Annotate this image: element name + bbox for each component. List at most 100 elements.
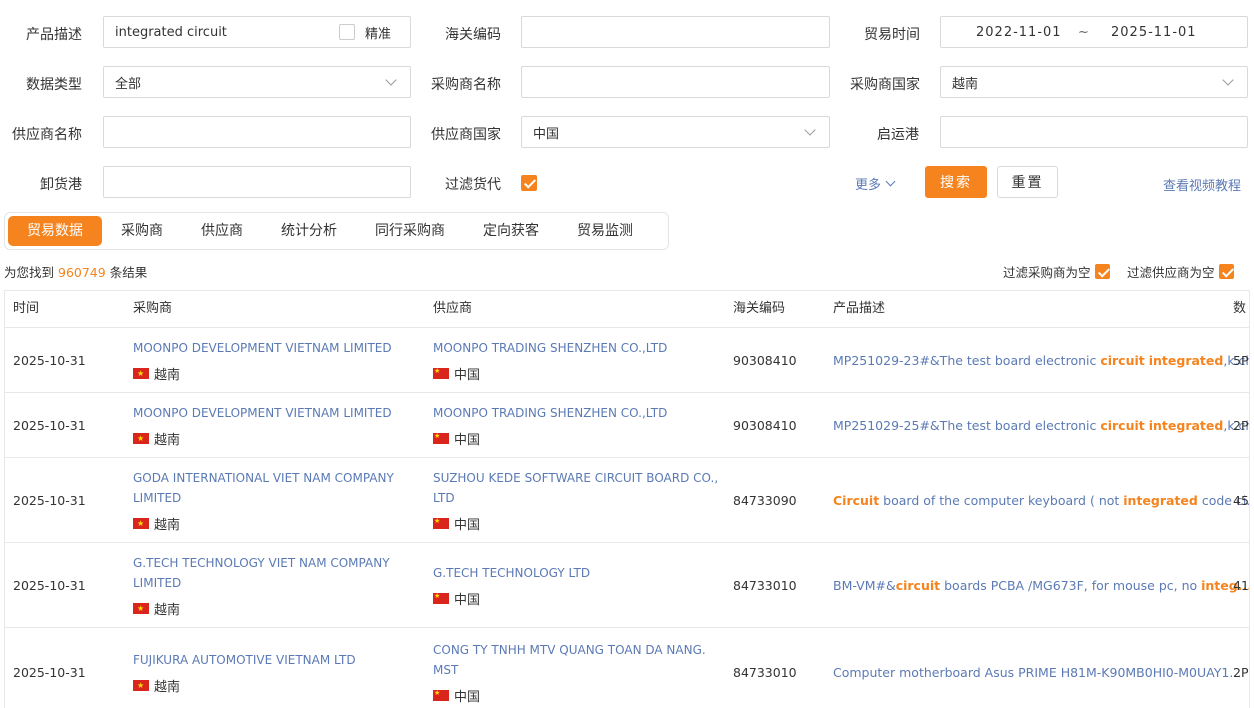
row-product-desc[interactable]: MP251029-23#&The test board electronic c… bbox=[833, 352, 1249, 368]
supplier-name[interactable]: MST bbox=[433, 660, 706, 680]
supplier-name[interactable]: CONG TY TNHH MTV QUANG TOAN DA NANG. bbox=[433, 640, 706, 660]
tab-targeted-leads[interactable]: 定向获客 bbox=[464, 216, 558, 246]
product-desc-value: integrated circuit bbox=[115, 24, 227, 40]
results-prefix: 为您找到 bbox=[4, 265, 55, 280]
table-row[interactable]: 2025-10-31 MOONPO DEVELOPMENT VIETNAM LIM… bbox=[5, 392, 1249, 457]
more-toggle[interactable]: 更多 bbox=[855, 174, 896, 193]
data-type-select[interactable]: 全部 bbox=[103, 66, 411, 98]
hs-code-input[interactable] bbox=[521, 16, 830, 48]
buyer-name[interactable]: FUJIKURA AUTOMOTIVE VIETNAM LTD bbox=[133, 650, 356, 670]
keyword-highlight: integrated bbox=[1148, 417, 1224, 433]
vietnam-flag-icon bbox=[133, 680, 149, 691]
exact-match-checkbox[interactable] bbox=[338, 24, 355, 40]
trade-time-range[interactable]: 2022-11-01 ~ 2025-11-01 bbox=[940, 16, 1248, 48]
buyer-country-label: 越南 bbox=[154, 602, 181, 618]
search-button[interactable]: 搜索 bbox=[925, 166, 987, 198]
product-desc-input[interactable]: integrated circuit 精准 bbox=[103, 16, 411, 48]
filter-buyer-empty[interactable]: 过滤采购商为空 bbox=[1003, 262, 1110, 281]
buyer-country-label: 采购商国家 bbox=[850, 77, 920, 93]
table-row[interactable]: 2025-10-31 FUJIKURA AUTOMOTIVE VIETNAM LT… bbox=[5, 627, 1249, 708]
supplier-country-label: 中国 bbox=[454, 367, 481, 383]
buyer-country: 越南 bbox=[133, 676, 356, 695]
supplier-country: 中国 bbox=[433, 429, 667, 448]
trade-data-table: 时间 采购商 供应商 海关编码 产品描述 数 2025-10-31 MOONPO … bbox=[4, 290, 1250, 708]
supplier-country: 中国 bbox=[433, 686, 706, 705]
supplier-name-input[interactable] bbox=[103, 116, 411, 148]
buyer-cell: MOONPO DEVELOPMENT VIETNAM LIMITED 越南 bbox=[133, 338, 392, 383]
filter-forwarder-checkbox[interactable] bbox=[521, 175, 537, 191]
tab-buyers[interactable]: 采购商 bbox=[102, 216, 182, 246]
supplier-country-select[interactable]: 中国 bbox=[521, 116, 830, 148]
supplier-cell: MOONPO TRADING SHENZHEN CO.,LTD 中国 bbox=[433, 338, 667, 383]
desc-text: MP251029-23#&The test board electronic bbox=[833, 352, 1101, 368]
buyer-cell: GODA INTERNATIONAL VIET NAM COMPANY LIMIT… bbox=[133, 468, 394, 533]
filter-supplier-empty-checkbox[interactable] bbox=[1218, 264, 1234, 279]
buyer-name[interactable]: LIMITED bbox=[133, 573, 390, 593]
header-product-desc[interactable]: 产品描述 bbox=[833, 291, 885, 327]
header-quantity[interactable]: 数 bbox=[1233, 291, 1246, 327]
china-flag-icon bbox=[433, 431, 449, 444]
buyer-country-value: 越南 bbox=[952, 76, 979, 92]
results-suffix: 条结果 bbox=[109, 265, 148, 280]
supplier-name[interactable]: LTD bbox=[433, 488, 718, 508]
tab-trade-data[interactable]: 贸易数据 bbox=[8, 216, 102, 246]
row-product-desc[interactable]: BM-VM#&circuit boards PCBA /MG673F, for … bbox=[833, 577, 1249, 593]
header-date[interactable]: 时间 bbox=[13, 291, 39, 327]
vietnam-flag-icon bbox=[133, 602, 149, 614]
row-product-desc[interactable]: Computer motherboard Asus PRIME H81M-K90… bbox=[833, 665, 1241, 680]
origin-port-label: 启运港 bbox=[877, 127, 919, 143]
hs-code-label: 海关编码 bbox=[445, 27, 501, 43]
filter-buyer-empty-checkbox[interactable] bbox=[1094, 264, 1110, 279]
trade-time-end[interactable]: 2025-11-01 bbox=[1111, 25, 1197, 40]
chevron-down-icon bbox=[385, 74, 397, 86]
buyer-name[interactable]: G.TECH TECHNOLOGY VIET NAM COMPANY bbox=[133, 553, 390, 573]
chevron-down-icon bbox=[885, 176, 896, 187]
filter-supplier-empty[interactable]: 过滤供应商为空 bbox=[1127, 262, 1234, 281]
buyer-name[interactable]: MOONPO DEVELOPMENT VIETNAM LIMITED bbox=[133, 403, 392, 423]
header-supplier[interactable]: 供应商 bbox=[433, 291, 472, 327]
buyer-name-input[interactable] bbox=[521, 66, 830, 98]
supplier-country-label: 中国 bbox=[454, 690, 481, 705]
supplier-cell: MOONPO TRADING SHENZHEN CO.,LTD 中国 bbox=[433, 403, 667, 448]
trade-time-start[interactable]: 2022-11-01 bbox=[976, 25, 1062, 40]
table-row[interactable]: 2025-10-31 GODA INTERNATIONAL VIET NAM CO… bbox=[5, 457, 1249, 542]
supplier-name[interactable]: G.TECH TECHNOLOGY LTD bbox=[433, 563, 590, 583]
row-quantity: 45 bbox=[1233, 492, 1249, 508]
desc-text: board of the computer keyboard ( not bbox=[879, 492, 1124, 508]
header-buyer[interactable]: 采购商 bbox=[133, 291, 172, 327]
supplier-name[interactable]: SUZHOU KEDE SOFTWARE CIRCUIT BOARD CO., bbox=[433, 468, 718, 488]
buyer-country-label: 越南 bbox=[154, 432, 181, 448]
filter-forwarder-label: 过滤货代 bbox=[445, 177, 501, 193]
supplier-name-label: 供应商名称 bbox=[12, 127, 82, 143]
tab-trade-monitor[interactable]: 贸易监测 bbox=[558, 216, 652, 246]
trade-time-label: 贸易时间 bbox=[864, 27, 920, 43]
reset-button[interactable]: 重置 bbox=[997, 166, 1058, 198]
keyword-highlight: circuit bbox=[895, 577, 941, 593]
exact-match-label: 精准 bbox=[364, 26, 391, 42]
buyer-name[interactable]: MOONPO DEVELOPMENT VIETNAM LIMITED bbox=[133, 338, 392, 358]
buyer-name[interactable]: GODA INTERNATIONAL VIET NAM COMPANY bbox=[133, 468, 394, 488]
buyer-name[interactable]: LIMITED bbox=[133, 488, 394, 508]
vietnam-flag-icon bbox=[133, 367, 149, 379]
table-row[interactable]: 2025-10-31 G.TECH TECHNOLOGY VIET NAM COM… bbox=[5, 542, 1249, 627]
supplier-name[interactable]: MOONPO TRADING SHENZHEN CO.,LTD bbox=[433, 338, 667, 358]
buyer-country: 越南 bbox=[133, 364, 392, 383]
origin-port-input[interactable] bbox=[940, 116, 1248, 148]
keyword-highlight: integrated bbox=[1148, 352, 1224, 368]
supplier-name[interactable]: MOONPO TRADING SHENZHEN CO.,LTD bbox=[433, 403, 667, 423]
row-product-desc[interactable]: Circuit board of the computer keyboard (… bbox=[833, 492, 1249, 508]
dest-port-input[interactable] bbox=[103, 166, 411, 198]
row-product-desc[interactable]: MP251029-25#&The test board electronic c… bbox=[833, 417, 1249, 433]
table-row[interactable]: 2025-10-31 MOONPO DEVELOPMENT VIETNAM LIM… bbox=[5, 327, 1249, 392]
supplier-country-label: 中国 bbox=[454, 592, 481, 608]
header-hs-code[interactable]: 海关编码 bbox=[733, 291, 785, 327]
vietnam-flag-icon bbox=[133, 517, 149, 529]
tab-statistics[interactable]: 统计分析 bbox=[262, 216, 356, 246]
supplier-cell: SUZHOU KEDE SOFTWARE CIRCUIT BOARD CO., L… bbox=[433, 468, 718, 533]
tab-suppliers[interactable]: 供应商 bbox=[182, 216, 262, 246]
china-flag-icon bbox=[433, 688, 449, 701]
buyer-country-select[interactable]: 越南 bbox=[940, 66, 1248, 98]
video-tutorial-link[interactable]: 查看视频教程 bbox=[1163, 175, 1241, 194]
filter-supplier-empty-label: 过滤供应商为空 bbox=[1127, 265, 1215, 280]
tab-peer-buyers[interactable]: 同行采购商 bbox=[356, 216, 464, 246]
